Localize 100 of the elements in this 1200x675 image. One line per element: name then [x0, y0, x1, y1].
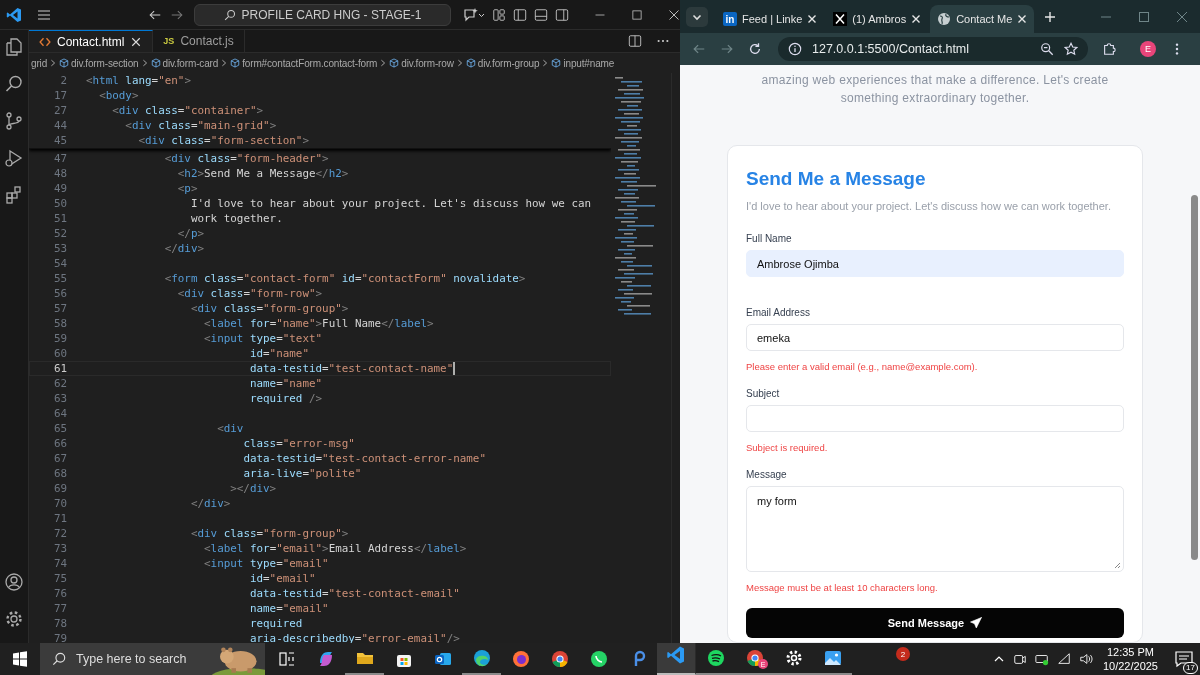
copilot-chat-icon[interactable] [463, 6, 485, 23]
line-number: 61 [52, 362, 67, 375]
breadcrumb-item[interactable]: div.form-card [150, 57, 219, 69]
windows-start-icon[interactable] [12, 651, 28, 667]
volume-icon[interactable] [1078, 652, 1093, 666]
line-number: 17 [52, 89, 67, 102]
send-button[interactable]: Send Message [746, 608, 1124, 638]
scrollbar[interactable] [1191, 195, 1198, 560]
breadcrumb-item[interactable]: input#name [551, 57, 615, 69]
extensions-icon[interactable] [4, 185, 24, 205]
line-number: 49 [52, 182, 67, 195]
toggle-secondary-sidebar-icon[interactable] [555, 7, 569, 22]
intro-text: amazing web experiences that make a difference. Let's create something extraordinary together. [761, 72, 1109, 107]
photos-icon [822, 648, 843, 668]
line-number: 56 [52, 287, 67, 300]
notification-center-icon[interactable] [1174, 649, 1194, 669]
account-icon[interactable] [4, 572, 24, 592]
source-control-icon[interactable] [4, 111, 24, 131]
line-number: 70 [52, 497, 67, 510]
toggle-panel-icon[interactable] [534, 7, 548, 22]
breadcrumb-item[interactable]: div.form-group [465, 57, 540, 69]
line-number: 53 [52, 242, 67, 255]
line-number: 51 [52, 212, 67, 225]
run-debug-icon[interactable] [4, 148, 24, 168]
tab-title: Feed | Linke [742, 13, 803, 25]
chevron-right-icon [220, 59, 229, 67]
code-line: class="error-msg" [242, 437, 355, 450]
line-number: 73 [52, 542, 67, 555]
battery-icon[interactable] [1034, 652, 1049, 666]
close-icon[interactable] [130, 35, 143, 48]
chevron-right-icon [379, 59, 388, 67]
split-editor-icon[interactable] [628, 34, 642, 48]
clock[interactable]: 12:35 PM 10/22/2025 [1102, 645, 1158, 673]
cube-icon [150, 58, 161, 68]
line-number: 62 [52, 377, 67, 390]
settings-icon[interactable] [4, 609, 24, 629]
bookmark-star-icon[interactable] [1064, 42, 1078, 56]
forward-arrow-icon[interactable] [720, 42, 734, 56]
input-field[interactable]: Ambrose Ojimba [746, 250, 1124, 277]
resize-grip-icon[interactable] [1113, 561, 1121, 569]
code-line: name="email" [248, 602, 329, 615]
maximize-icon[interactable] [631, 8, 643, 21]
new-tab-icon[interactable] [1044, 10, 1057, 23]
code-line: <body> [98, 89, 139, 102]
code-line: <div class="form-row"> [176, 287, 323, 300]
line-number: 55 [52, 272, 67, 285]
error-message: Message must be at least 10 characters long. [746, 581, 939, 595]
explorer-icon[interactable] [4, 37, 24, 57]
command-center[interactable]: PROFILE CARD HNG - STAGE-1 [194, 3, 451, 26]
input-field[interactable] [746, 405, 1124, 432]
camera-icon[interactable] [1012, 652, 1027, 666]
line-number: 65 [52, 422, 67, 435]
maximize-icon[interactable] [1138, 10, 1150, 23]
browser-tab[interactable]: in Feed | Linke [716, 5, 825, 33]
browser-tab[interactable]: (1) Ambros [826, 5, 929, 33]
browser-tab[interactable]: Contact Me [930, 5, 1035, 33]
card-title: Send Me a Message [746, 167, 927, 191]
editor-tab[interactable]: Contact.html [29, 30, 154, 52]
breadcrumb-item[interactable]: form#contactForm.contact-form [230, 57, 378, 69]
message-field[interactable]: my form [746, 486, 1124, 572]
code-line: id="name" [248, 347, 309, 360]
search-field[interactable]: Type here to search [40, 643, 265, 675]
taskbar-button[interactable] [657, 643, 696, 675]
input-field[interactable]: emeka [746, 324, 1124, 351]
breadcrumb-item[interactable]: div.form-section [59, 57, 139, 69]
spotify-icon [705, 648, 726, 668]
js-file-icon: JS [163, 36, 175, 46]
cube-icon [389, 58, 400, 68]
line-number: 78 [52, 617, 67, 630]
address-bar[interactable]: 127.0.0.1:5500/Contact.html [778, 37, 1088, 61]
code-line: ></div> [229, 482, 277, 495]
site-info-icon[interactable] [788, 42, 802, 56]
profile-avatar[interactable]: E [1140, 41, 1156, 57]
line-number: 77 [52, 602, 67, 615]
time-text: 12:35 PM [1106, 645, 1154, 659]
code-line: I'd love to hear about your project. Let's discuss how we can [189, 197, 592, 210]
code-line: id="email" [248, 572, 316, 585]
search-icon [223, 8, 236, 21]
globe-icon [937, 12, 952, 26]
search-icon[interactable] [4, 74, 24, 94]
breadcrumb-item[interactable]: grid [31, 57, 48, 69]
wifi-icon[interactable] [1056, 652, 1071, 666]
code-line: <div class="main-grid"> [124, 119, 277, 132]
error-message: Please enter a valid email (e.g., name@example.com). [746, 360, 979, 374]
breadcrumb-item[interactable]: div.form-row [389, 57, 454, 69]
line-number: 59 [52, 332, 67, 345]
reload-icon[interactable] [748, 42, 762, 56]
editor-tab[interactable]: JS Contact.js [153, 30, 245, 52]
line-number: 60 [52, 347, 67, 360]
close-icon[interactable] [668, 8, 680, 21]
toggle-sidebar-icon[interactable] [513, 7, 527, 22]
line-number: 71 [52, 512, 67, 525]
tab-search-icon[interactable] [686, 6, 708, 27]
zoom-out-icon[interactable] [1040, 42, 1054, 56]
layout-icon[interactable] [492, 7, 506, 22]
line-number: 58 [52, 317, 67, 330]
code-line: <div class="container"> [111, 104, 264, 117]
workspace-name: PROFILE CARD HNG - STAGE-1 [241, 7, 422, 22]
extensions-puzzle-icon[interactable] [1102, 42, 1116, 56]
code-line: aria-live="polite" [242, 467, 362, 480]
